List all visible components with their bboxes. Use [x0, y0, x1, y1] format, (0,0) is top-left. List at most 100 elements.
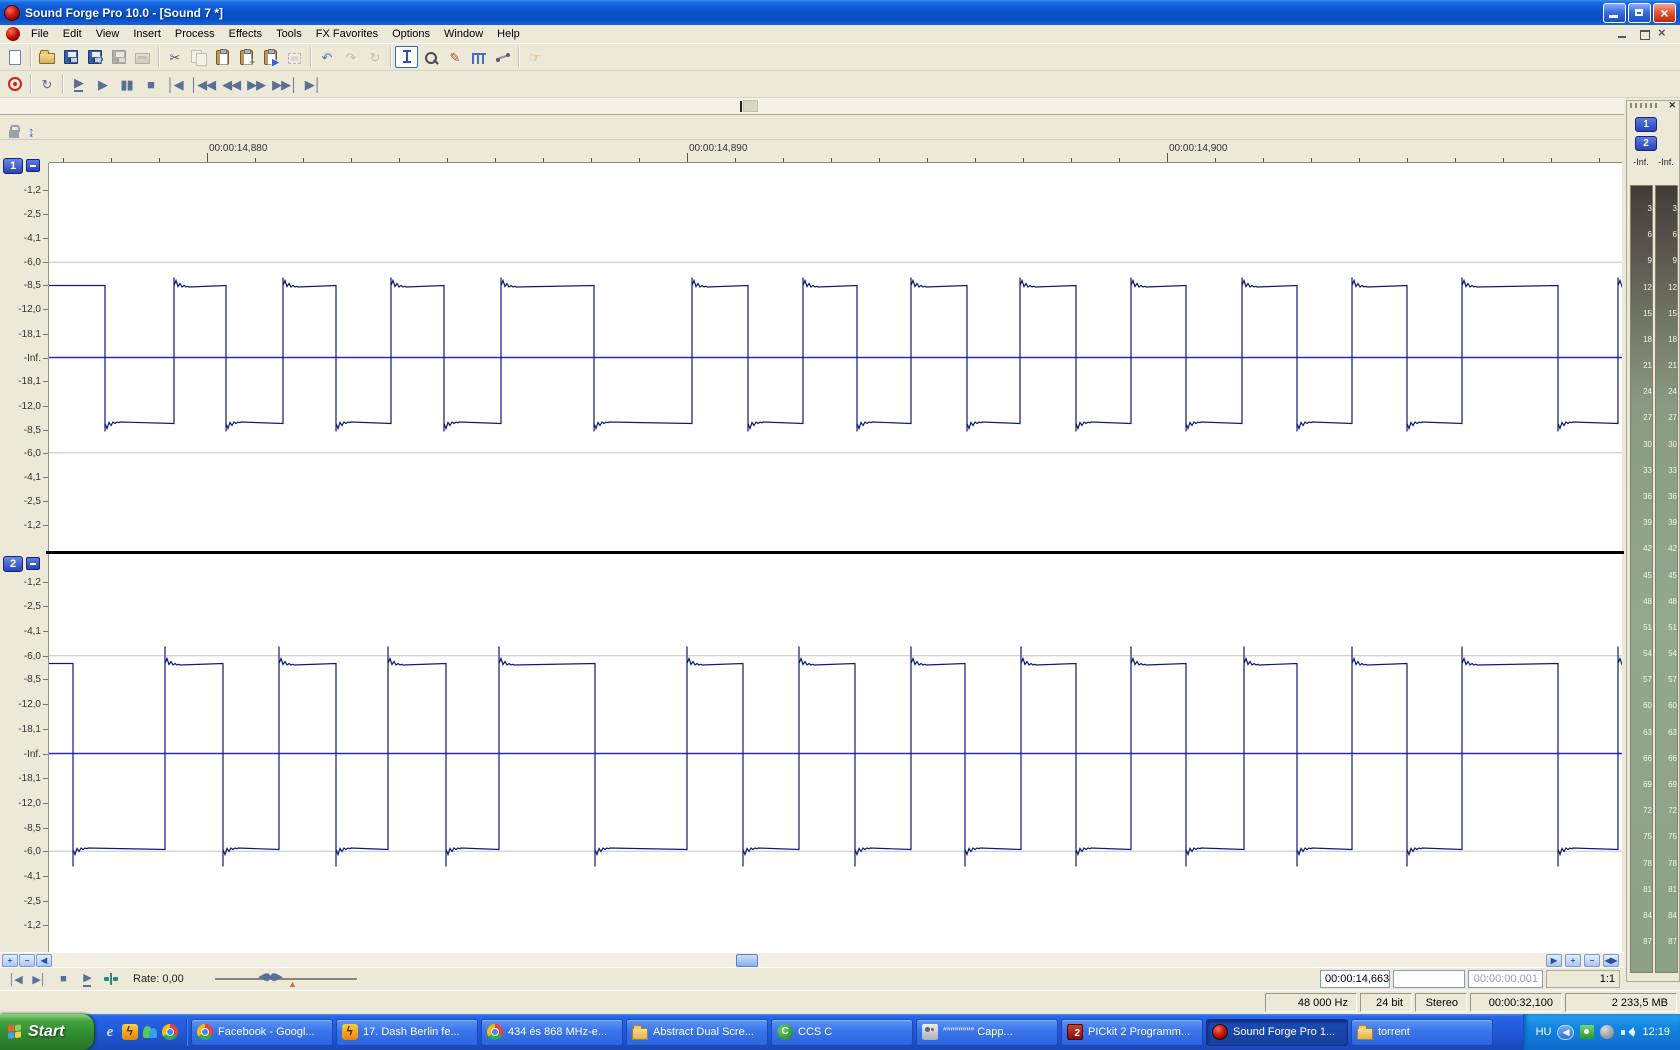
zoom-ratio-field[interactable]: 1:1: [1546, 970, 1620, 988]
taskbar-task-434-s-868-mhz-e[interactable]: 434 és 868 MHz-e...: [481, 1018, 623, 1046]
trim-button[interactable]: [283, 46, 306, 68]
menu-tools[interactable]: Tools: [269, 26, 309, 42]
play-button[interactable]: ▶: [91, 73, 114, 95]
start-button[interactable]: Start: [0, 1014, 94, 1050]
rewind-button[interactable]: ◀◀: [219, 73, 243, 95]
publish-button[interactable]: [131, 46, 154, 68]
tray-status-icon[interactable]: [1580, 1025, 1595, 1039]
forward-button[interactable]: ▶▶: [244, 73, 268, 95]
rewind-all-button[interactable]: │◀◀: [187, 73, 218, 95]
pause-button[interactable]: ▮▮: [115, 73, 138, 95]
taskbar-task-facebook-googl[interactable]: Facebook - Googl...: [191, 1018, 333, 1046]
magnify-tool-button[interactable]: [419, 46, 442, 68]
overview-bar[interactable]: [0, 98, 1624, 115]
record-button[interactable]: [3, 73, 26, 95]
paste-to-new-button[interactable]: ▶: [259, 46, 282, 68]
save-all-button[interactable]: [107, 46, 130, 68]
zoom-in-time-button[interactable]: +: [1565, 954, 1581, 967]
new-button[interactable]: [3, 46, 26, 68]
ie-quicklaunch-icon[interactable]: e: [102, 1024, 118, 1040]
keyboard-language-indicator[interactable]: HU: [1536, 1026, 1552, 1038]
menu-options[interactable]: Options: [385, 26, 437, 42]
menu-edit[interactable]: Edit: [56, 26, 89, 42]
menu-process[interactable]: Process: [168, 26, 222, 42]
channel-1-minimize-button[interactable]: [26, 159, 40, 172]
zoom-in-button[interactable]: +: [2, 954, 18, 967]
taskbar-task-torrent[interactable]: torrent: [1351, 1018, 1493, 1046]
paste-button[interactable]: [211, 46, 234, 68]
menu-fx-favorites[interactable]: FX Favorites: [309, 26, 385, 42]
cut-button[interactable]: ✂: [163, 46, 186, 68]
winamp-quicklaunch-icon[interactable]: [122, 1024, 138, 1040]
taskbar-task-sound-forge-pro-1[interactable]: Sound Forge Pro 1...: [1206, 1018, 1348, 1046]
taskbar-task-capp[interactable]: ″″″″″″″″ Capp...: [916, 1018, 1058, 1046]
selection-start-field[interactable]: [1393, 970, 1465, 988]
channel-1-badge[interactable]: 1: [3, 158, 23, 174]
tray-mixer-icon[interactable]: [1600, 1025, 1615, 1039]
zoom-out-time-button[interactable]: −: [1584, 954, 1600, 967]
msn-quicklaunch-icon[interactable]: [142, 1024, 158, 1040]
overview-viewport[interactable]: [743, 100, 758, 112]
scrollbar-thumb[interactable]: [736, 954, 758, 967]
hide-icons-chevron-icon[interactable]: ◀: [1557, 1024, 1575, 1040]
redo-button[interactable]: ↷: [339, 46, 362, 68]
minimize-button[interactable]: [1603, 2, 1626, 23]
taskbar-task-ccs-c[interactable]: CCS C: [771, 1018, 913, 1046]
rate-slider-track[interactable]: [215, 978, 357, 980]
marker-strip[interactable]: [0, 115, 1624, 140]
channel-2-minimize-button[interactable]: [26, 557, 40, 570]
timeline-ruler[interactable]: 00:00:14,880 00:00:14,890 00:00:14,900: [49, 140, 1622, 163]
save-as-button[interactable]: ?: [83, 46, 106, 68]
taskbar-task-17-dash-berlin-fe[interactable]: 17. Dash Berlin fe...: [336, 1018, 478, 1046]
taskbar-task-pickit-2-programm[interactable]: PICkit 2 Programm...: [1061, 1018, 1203, 1046]
channel-divider[interactable]: [46, 551, 1624, 554]
selection-length-field[interactable]: 00:00:00,001: [1468, 970, 1543, 988]
paste-special-button[interactable]: +: [235, 46, 258, 68]
meter-channel-1-button[interactable]: 1: [1635, 117, 1657, 132]
restore-button[interactable]: [1628, 2, 1651, 23]
menu-help[interactable]: Help: [490, 26, 527, 42]
clip-indicator-right[interactable]: -Inf.: [1654, 157, 1678, 167]
clip-indicator-left[interactable]: -Inf.: [1629, 157, 1653, 167]
play-all-button[interactable]: ▶: [67, 73, 90, 95]
pencil-tool-button[interactable]: ✎: [443, 46, 466, 68]
play-normal-button[interactable]: ▶: [76, 970, 98, 988]
go-to-start-button[interactable]: │◀: [163, 73, 186, 95]
scrub-button[interactable]: [100, 970, 122, 988]
close-button[interactable]: [1653, 2, 1676, 23]
event-tool-button[interactable]: [467, 46, 490, 68]
menu-view[interactable]: View: [89, 26, 127, 42]
stop-button[interactable]: ■: [52, 970, 74, 988]
chrome-quicklaunch-icon[interactable]: [162, 1024, 178, 1040]
mdi-restore-button[interactable]: [1637, 28, 1651, 40]
repeat-button[interactable]: ↻: [363, 46, 386, 68]
edit-tool-button[interactable]: [395, 46, 418, 68]
go-to-start-button[interactable]: │◀: [4, 970, 26, 988]
waveform-display[interactable]: [49, 163, 1634, 952]
menu-insert[interactable]: Insert: [126, 26, 168, 42]
open-button[interactable]: [35, 46, 58, 68]
cursor-position-field[interactable]: 00:00:14,663: [1320, 970, 1390, 988]
save-button[interactable]: [59, 46, 82, 68]
forward-end-button[interactable]: ▶▶│: [269, 73, 300, 95]
mdi-minimize-button[interactable]: [1616, 28, 1630, 40]
scroll-left-button[interactable]: ◀: [36, 954, 52, 967]
channel-2-badge[interactable]: 2: [3, 556, 23, 572]
loop-playback-button[interactable]: ↻: [35, 73, 58, 95]
taskbar-task-abstract-dual-scre[interactable]: Abstract Dual Scre...: [626, 1018, 768, 1046]
whats-this-button[interactable]: ☞: [523, 46, 546, 68]
menu-file[interactable]: File: [24, 26, 56, 42]
rate-slider-thumb[interactable]: ◀◆◆▶: [258, 970, 283, 983]
undo-button[interactable]: ↶: [315, 46, 338, 68]
go-to-end-button[interactable]: ▶│: [301, 73, 324, 95]
meters-close-icon[interactable]: ✕: [1668, 100, 1676, 111]
meters-grip-icon[interactable]: [1630, 103, 1660, 108]
stop-button[interactable]: ■: [139, 73, 162, 95]
meter-channel-2-button[interactable]: 2: [1635, 136, 1657, 151]
horizontal-scrollbar[interactable]: + − ◀ ▶ + − ◀▶: [0, 952, 1624, 967]
fit-zoom-button[interactable]: ◀▶: [1603, 954, 1619, 967]
menu-window[interactable]: Window: [437, 26, 490, 42]
go-to-end-button[interactable]: ▶│: [28, 970, 50, 988]
scroll-right-button[interactable]: ▶: [1546, 954, 1562, 967]
copy-button[interactable]: [187, 46, 210, 68]
